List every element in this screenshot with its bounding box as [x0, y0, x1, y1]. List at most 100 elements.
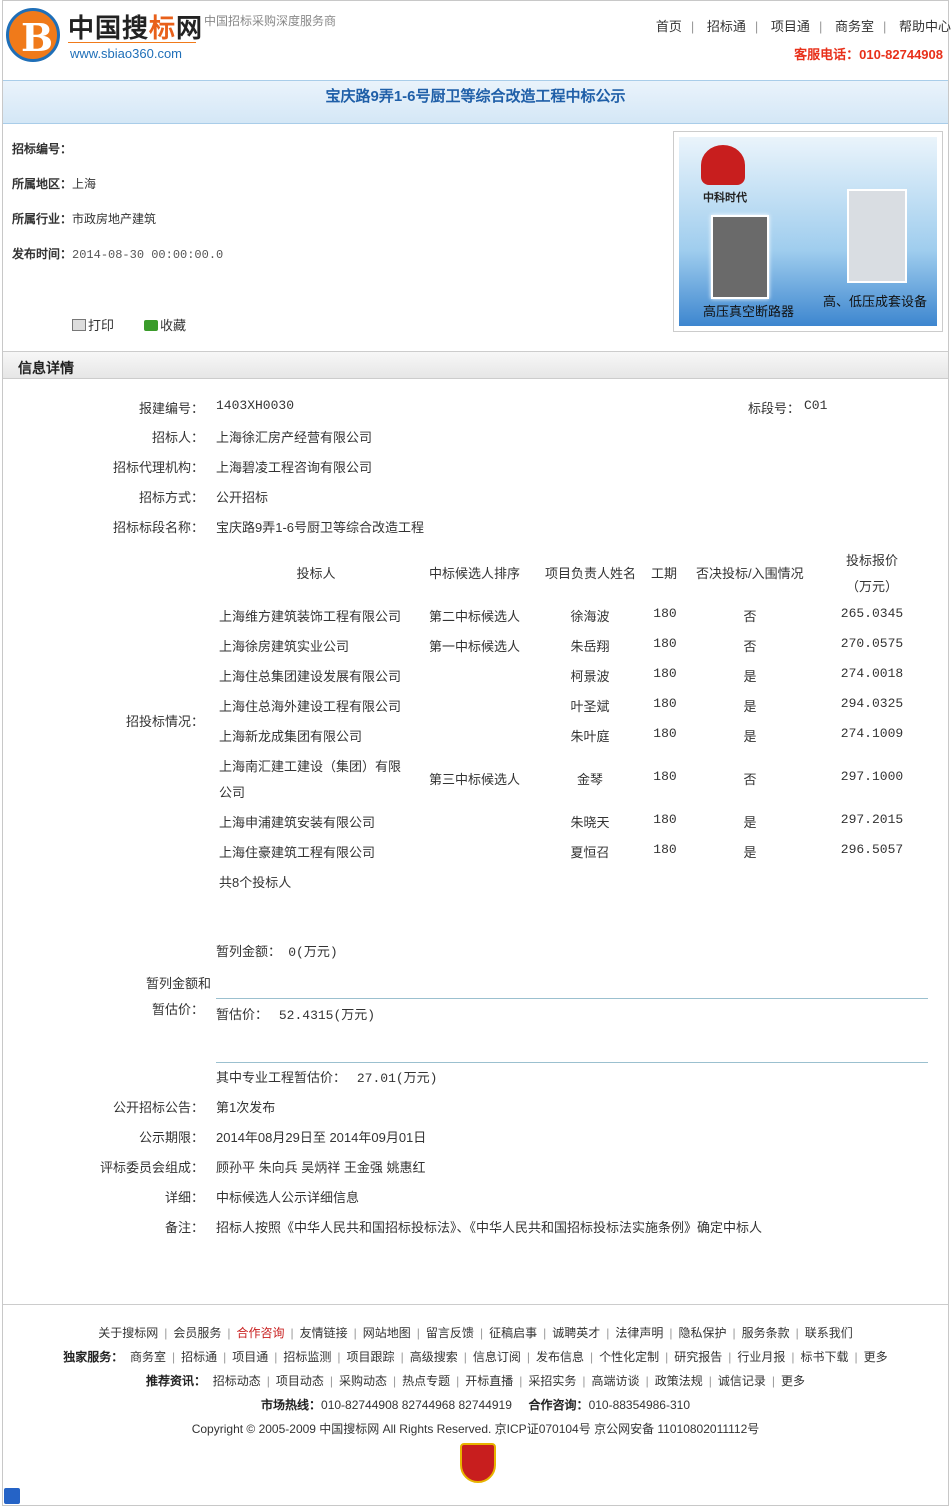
label-detail: 详细： — [164, 1190, 204, 1205]
section-title: 信息详情 — [18, 360, 74, 376]
footer-link[interactable]: 高级搜索 — [410, 1350, 458, 1364]
bid-manager: 夏恒召 — [570, 845, 610, 860]
bid-reject: 是 — [743, 729, 757, 744]
meta-region: 所属地区：上海 — [12, 177, 97, 191]
label-method: 招标方式： — [138, 490, 204, 505]
paw-icon[interactable] — [4, 1488, 20, 1504]
special-estimate: 其中专业工程暂估价： 27.01(万元) — [216, 1070, 438, 1086]
footer-link[interactable]: 采招实务 — [528, 1374, 576, 1388]
footer-link[interactable]: 项目动态 — [276, 1374, 324, 1388]
footer-link[interactable]: 友情链接 — [300, 1326, 348, 1340]
police-badge-icon[interactable] — [460, 1443, 496, 1483]
bid-period: 180 — [653, 606, 677, 621]
footer-link[interactable]: 网站地图 — [363, 1326, 411, 1340]
footer-link[interactable]: 个性化定制 — [599, 1350, 659, 1364]
site-logo-text[interactable]: 中国搜标网 — [68, 8, 203, 45]
label-zhaobiaoren: 招标人： — [151, 430, 204, 445]
bid-manager: 朱岳翔 — [570, 639, 610, 654]
nav-home[interactable]: 首页 — [656, 19, 682, 34]
footer-link[interactable]: 开标直播 — [465, 1374, 513, 1388]
bid-reject: 是 — [743, 815, 757, 830]
footer-link[interactable]: 研究报告 — [674, 1350, 722, 1364]
bid-reject: 是 — [743, 845, 757, 860]
bid-price: 274.0018 — [840, 666, 904, 681]
footer-link[interactable]: 诚聘英才 — [552, 1326, 600, 1340]
favorite-button[interactable]: 收藏 — [144, 315, 186, 334]
bid-period: 180 — [653, 666, 677, 681]
bid-price: 294.0325 — [840, 696, 904, 711]
footer-link[interactable]: 关于搜标网 — [98, 1326, 158, 1340]
footer-link[interactable]: 热点专题 — [402, 1374, 450, 1388]
ad-banner[interactable]: 中科时代 高压真空断路器 高、低压成套设备 — [673, 131, 943, 332]
footer-link[interactable]: 行业月报 — [737, 1350, 785, 1364]
footer-link[interactable]: 高端访谈 — [592, 1374, 640, 1388]
value-notice: 第1次发布 — [216, 1100, 276, 1115]
label-provisional-2: 暂估价： — [151, 1002, 204, 1017]
footer-link[interactable]: 留言反馈 — [426, 1326, 474, 1340]
col-manager: 项目负责人姓名 — [545, 566, 637, 581]
label-remark: 备注： — [164, 1220, 204, 1235]
bid-rank: 第一中标候选人 — [429, 639, 521, 654]
label-bid-situation: 招投标情况： — [125, 714, 204, 729]
footer-link[interactable]: 联系我们 — [805, 1326, 853, 1340]
label-period: 公示期限： — [138, 1130, 204, 1145]
value-baojian: 1403XH0030 — [216, 398, 295, 413]
footer-link[interactable]: 更多 — [781, 1374, 805, 1388]
service-hotline: 客服电话：010-82744908 — [794, 47, 943, 62]
footer-link[interactable]: 更多 — [864, 1350, 888, 1364]
footer-link[interactable]: 项目通 — [232, 1350, 268, 1364]
footer-link[interactable]: 招标通 — [181, 1350, 217, 1364]
page-title-bar: 宝庆路9弄1-6号厨卫等综合改造工程中标公示 — [3, 80, 948, 124]
bid-manager: 柯景波 — [570, 669, 610, 684]
bid-bidder: 上海住总集团建设发展有限公司 — [219, 669, 402, 684]
footer-copyright: Copyright © 2005-2009 中国搜标网 All Rights R… — [191, 1422, 760, 1436]
footer-link[interactable]: 征稿启事 — [489, 1326, 537, 1340]
bid-period: 180 — [653, 842, 677, 857]
bid-bidder: 上海新龙成集团有限公司 — [219, 729, 363, 744]
nav-help[interactable]: 帮助中心 — [899, 19, 951, 34]
nav-zhaobiaotong[interactable]: 招标通 — [707, 19, 746, 34]
footer-link[interactable]: 服务条款 — [742, 1326, 790, 1340]
bid-reject: 是 — [743, 669, 757, 684]
ad-caption-1: 高压真空断路器 — [703, 304, 795, 319]
footer-link[interactable]: 诚信记录 — [718, 1374, 766, 1388]
bid-manager: 朱晓天 — [570, 815, 610, 830]
footer-link[interactable]: 招标动态 — [213, 1374, 261, 1388]
value-biaoduan: C01 — [804, 398, 828, 413]
footer-link[interactable]: 招标监测 — [283, 1350, 331, 1364]
value-detail-link[interactable]: 中标候选人公示详细信息 — [216, 1187, 359, 1206]
print-button[interactable]: 打印 — [72, 315, 114, 334]
bid-bidder: 上海南汇建工建设（集团）有限 — [219, 759, 402, 774]
footer-link[interactable]: 商务室 — [130, 1350, 166, 1364]
footer-link[interactable]: 政策法规 — [655, 1374, 703, 1388]
footer-link[interactable]: 会员服务 — [173, 1326, 221, 1340]
footer-link[interactable]: 隐私保护 — [678, 1326, 726, 1340]
nav-xiangmutong[interactable]: 项目通 — [771, 19, 810, 34]
printer-icon — [72, 319, 86, 331]
footer-link[interactable]: 信息订阅 — [473, 1350, 521, 1364]
footer-link[interactable]: 合作咨询 — [237, 1326, 285, 1340]
footer-links-3: 推荐资讯： 招标动态 | 项目动态 | 采购动态 | 热点专题 | 开标直播 | 采招实务 | 高端访谈… — [146, 1374, 805, 1388]
value-method: 公开招标 — [216, 490, 269, 505]
site-logo-icon[interactable]: B — [6, 8, 60, 62]
label-agent: 招标代理机构： — [112, 460, 204, 475]
col-period: 工期 — [651, 566, 678, 581]
footer-label: 推荐资讯： — [146, 1374, 207, 1388]
footer-link[interactable]: 标书下载 — [801, 1350, 849, 1364]
meta-bid-no: 招标编号： — [12, 142, 73, 156]
value-committee: 顾孙平 朱向兵 吴炳祥 王金强 姚惠红 — [216, 1160, 426, 1175]
site-url: www.sbiao360.com — [70, 46, 182, 61]
footer-link[interactable]: 发布信息 — [536, 1350, 584, 1364]
footer-link[interactable]: 项目跟踪 — [347, 1350, 395, 1364]
value-zhaobiaoren: 上海徐汇房产经营有限公司 — [216, 430, 373, 445]
footer-link[interactable]: 采购动态 — [339, 1374, 387, 1388]
footer-label: 独家服务： — [63, 1350, 124, 1364]
footer-divider — [3, 1304, 948, 1305]
bid-bidder: 上海徐房建筑实业公司 — [219, 639, 350, 654]
ad-brand: 中科时代 — [703, 192, 747, 204]
label-baojian: 报建编号： — [138, 401, 204, 416]
bid-bidder: 上海住豪建筑工程有限公司 — [219, 845, 376, 860]
meta-industry: 所属行业：市政房地产建筑 — [12, 212, 157, 226]
footer-link[interactable]: 法律声明 — [615, 1326, 663, 1340]
nav-shangwushi[interactable]: 商务室 — [835, 19, 874, 34]
